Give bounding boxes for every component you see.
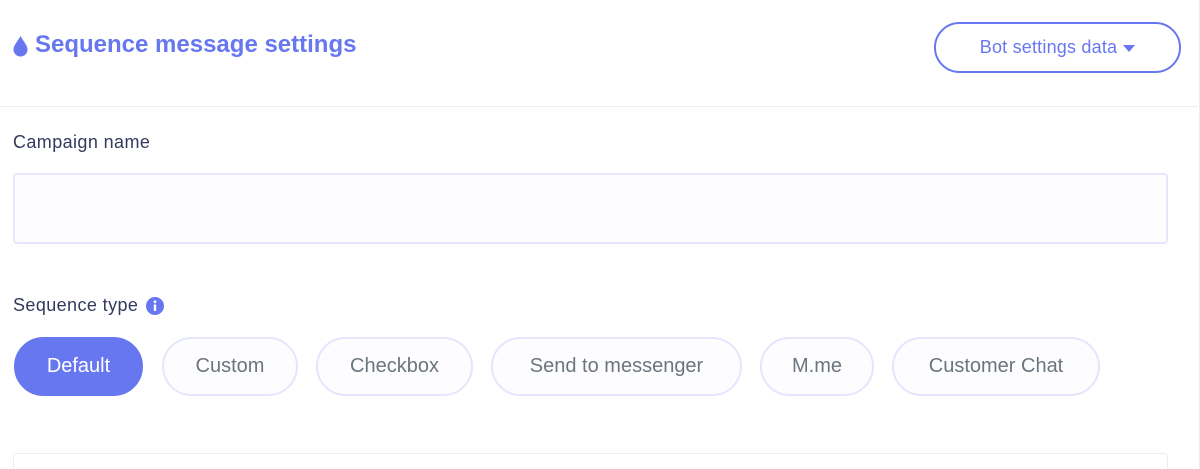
- sequence-type-label: Sequence type: [13, 295, 165, 316]
- sequence-type-custom-button[interactable]: Custom: [162, 337, 298, 396]
- bot-settings-data-dropdown[interactable]: Bot settings data: [934, 22, 1181, 73]
- campaign-name-label: Campaign name: [13, 132, 151, 152]
- sequence-type-label-text: Sequence type: [13, 295, 139, 315]
- sequence-type-checkbox-button[interactable]: Checkbox: [316, 337, 473, 396]
- page-title: Sequence message settings: [12, 29, 356, 61]
- campaign-name-input[interactable]: [13, 173, 1168, 244]
- sequence-type-default-button[interactable]: Default: [14, 337, 143, 396]
- sequence-type-customer-chat-button[interactable]: Customer Chat: [892, 337, 1100, 396]
- droplet-icon: [12, 34, 29, 57]
- caret-down-icon: [1123, 44, 1136, 52]
- bot-settings-data-label: Bot settings data: [979, 37, 1118, 57]
- sequence-type-send-to-messenger-button[interactable]: Send to messenger: [491, 337, 742, 396]
- info-circle-icon[interactable]: [146, 296, 165, 315]
- sequence-type-mme-button[interactable]: M.me: [760, 337, 874, 396]
- panel-header: Sequence message settings Bot settings d…: [0, 0, 1198, 107]
- settings-panel: Sequence message settings Bot settings d…: [0, 0, 1200, 469]
- page-title-text: Sequence message settings: [35, 31, 357, 58]
- next-section-card: [13, 453, 1168, 469]
